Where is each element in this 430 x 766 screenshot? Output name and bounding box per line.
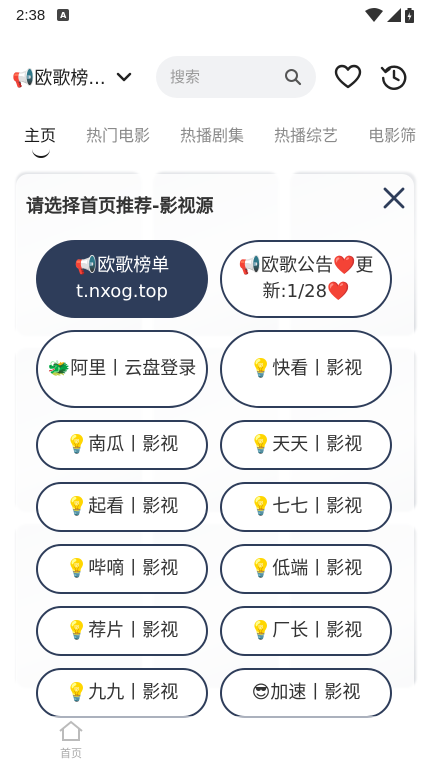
source-option[interactable]: 💡南瓜丨影视 [36,420,208,470]
history-icon[interactable] [380,63,408,91]
battery-icon [405,7,414,23]
search-icon[interactable] [284,68,302,86]
signal-icon [387,8,401,22]
wifi-icon [365,8,383,22]
close-button[interactable] [376,180,412,216]
nav-home-label: 首页 [60,747,82,760]
source-option[interactable]: 💡快看丨影视 [220,330,392,408]
search-input[interactable] [170,68,270,86]
source-selector-label: 📢欧歌榜... [12,68,106,89]
source-option[interactable]: 💡起看丨影视 [36,482,208,532]
source-option[interactable]: 📢欧歌公告❤️更新:1/28❤️ [220,240,392,318]
source-option[interactable]: 💡荐片丨影视 [36,606,208,656]
source-option[interactable]: 🐲阿里丨云盘登录 [36,330,208,408]
status-bar: 2:38 A [0,0,430,30]
source-picker-dialog: 请选择首页推荐-影视源 📢欧歌榜单 t.nxog.top 📢欧歌公告❤️更新:1… [16,174,414,734]
home-icon [59,720,83,741]
status-icons [365,7,414,23]
tab-hot-movies[interactable]: 热门电影 [86,116,150,162]
source-option[interactable]: 📢欧歌榜单 t.nxog.top [36,240,208,318]
status-time: 2:38 [16,6,46,24]
source-option[interactable]: 😎加速丨影视 [220,668,392,718]
app-header: 📢欧歌榜... [0,54,430,100]
tab-movie-filter[interactable]: 电影筛 [368,116,416,162]
search-box[interactable] [156,56,316,98]
source-option[interactable]: 💡厂长丨影视 [220,606,392,656]
tab-home[interactable]: 主页 [24,116,56,162]
chevron-down-icon [116,72,131,82]
category-tabs: 主页 热门电影 热播剧集 热播综艺 电影筛 [0,116,430,162]
tab-hot-variety[interactable]: 热播综艺 [274,116,338,162]
notification-badge: A [57,9,70,21]
source-option[interactable]: 💡九九丨影视 [36,668,208,718]
dialog-title: 请选择首页推荐-影视源 [26,196,214,217]
bottom-navigation: 首页 [0,716,430,766]
close-icon[interactable] [383,187,405,209]
source-option[interactable]: 💡低端丨影视 [220,544,392,594]
source-list: 📢欧歌榜单 t.nxog.top 📢欧歌公告❤️更新:1/28❤️ 🐲阿里丨云盘… [36,240,394,718]
source-selector[interactable]: 📢欧歌榜... [12,64,152,90]
source-option[interactable]: 💡哔嘀丨影视 [36,544,208,594]
source-option[interactable]: 💡七七丨影视 [220,482,392,532]
tab-hot-series[interactable]: 热播剧集 [180,116,244,162]
source-option[interactable]: 💡天天丨影视 [220,420,392,470]
nav-home[interactable]: 首页 [56,720,86,761]
heart-icon[interactable] [334,64,362,90]
